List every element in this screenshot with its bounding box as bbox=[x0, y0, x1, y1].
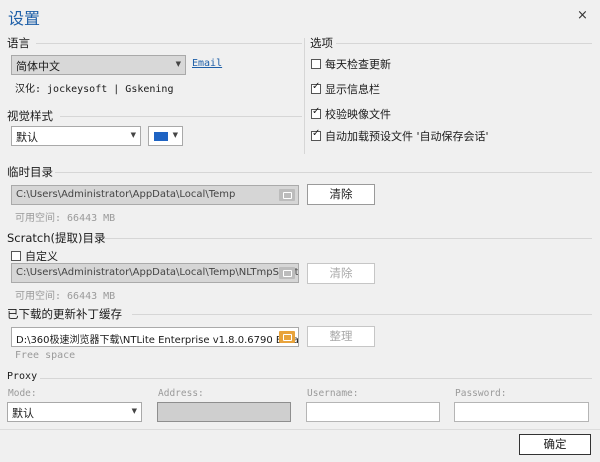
translation-credit: 汉化: jockeysoft | Gskening bbox=[15, 84, 174, 95]
scratch-dir-path-field: C:\Users\Administrator\AppData\Local\Tem… bbox=[11, 263, 299, 283]
option-show-infobar[interactable]: 显示信息栏 bbox=[311, 81, 380, 97]
chevron-down-icon: ▼ bbox=[131, 407, 137, 415]
option-autoload-preset[interactable]: 自动加载预设文件 '自动保存会话' bbox=[311, 128, 489, 144]
temp-dir-section-title: 临时目录 bbox=[7, 165, 53, 179]
option-label: 显示信息栏 bbox=[325, 83, 380, 96]
update-cache-path-field[interactable]: D:\360极速浏览器下载\NTLite Enterprise v1.8.0.6… bbox=[11, 327, 299, 347]
proxy-address-input bbox=[157, 402, 291, 422]
folder-browse-icon bbox=[279, 267, 295, 279]
ok-button[interactable]: 确定 bbox=[519, 434, 591, 455]
temp-dir-path-field[interactable]: C:\Users\Administrator\AppData\Local\Tem… bbox=[11, 185, 299, 205]
options-divider bbox=[336, 43, 592, 44]
visual-style-select[interactable]: 默认 ▼ bbox=[11, 126, 141, 146]
update-cache-free-space: Free space bbox=[15, 350, 76, 361]
chevron-down-icon: ▼ bbox=[172, 131, 178, 139]
proxy-divider bbox=[40, 378, 592, 379]
color-picker[interactable]: ▼ bbox=[148, 126, 183, 146]
update-cache-section-title: 已下载的更新补丁缓存 bbox=[7, 307, 122, 321]
footer-divider bbox=[0, 429, 600, 430]
options-section-title: 选项 bbox=[310, 36, 333, 50]
language-select-value: 简体中文 bbox=[16, 60, 60, 73]
chevron-down-icon: ▼ bbox=[130, 131, 136, 139]
temp-clear-button[interactable]: 清除 bbox=[307, 184, 375, 205]
proxy-mode-select[interactable]: 默认 ▼ bbox=[7, 402, 142, 422]
checkbox[interactable] bbox=[311, 106, 321, 119]
checkbox[interactable] bbox=[311, 81, 321, 94]
color-swatch bbox=[154, 132, 168, 141]
visual-style-divider bbox=[60, 116, 302, 117]
language-section-title: 语言 bbox=[7, 36, 30, 50]
update-cache-path: D:\360极速浏览器下载\NTLite Enterprise v1.8.0.6… bbox=[16, 335, 299, 346]
scratch-dir-divider bbox=[104, 238, 592, 239]
scratch-custom-checkbox-row[interactable]: 自定义 bbox=[11, 248, 58, 264]
scratch-custom-label: 自定义 bbox=[25, 250, 58, 263]
option-label: 每天检查更新 bbox=[325, 58, 391, 71]
scratch-free-space: 可用空间: 66443 MB bbox=[15, 291, 116, 302]
checkbox[interactable] bbox=[11, 251, 21, 261]
proxy-mode-value: 默认 bbox=[12, 407, 34, 420]
option-check-updates[interactable]: 每天检查更新 bbox=[311, 56, 391, 72]
folder-browse-icon[interactable] bbox=[279, 331, 295, 343]
option-label: 校验映像文件 bbox=[325, 108, 391, 121]
temp-dir-divider bbox=[55, 172, 592, 173]
close-icon[interactable]: × bbox=[577, 8, 588, 23]
email-link[interactable]: Email bbox=[192, 58, 222, 69]
visual-style-section-title: 视觉样式 bbox=[7, 109, 53, 123]
checkbox[interactable] bbox=[311, 128, 321, 141]
update-cache-divider bbox=[132, 314, 592, 315]
organize-button: 整理 bbox=[307, 326, 375, 347]
option-verify-image[interactable]: 校验映像文件 bbox=[311, 106, 391, 122]
checkbox[interactable] bbox=[311, 59, 321, 69]
scratch-dir-path: C:\Users\Administrator\AppData\Local\Tem… bbox=[16, 267, 299, 278]
proxy-password-label: Password: bbox=[455, 388, 507, 399]
language-select[interactable]: 简体中文 ▼ bbox=[11, 55, 186, 75]
proxy-address-label: Address: bbox=[158, 388, 204, 399]
scratch-clear-button: 清除 bbox=[307, 263, 375, 284]
dialog-title: 设置 bbox=[8, 9, 41, 28]
visual-style-select-value: 默认 bbox=[16, 131, 38, 144]
language-divider bbox=[36, 43, 302, 44]
temp-dir-path: C:\Users\Administrator\AppData\Local\Tem… bbox=[16, 189, 236, 200]
temp-free-space: 可用空间: 66443 MB bbox=[15, 213, 116, 224]
scratch-dir-section-title: Scratch(提取)目录 bbox=[7, 231, 106, 245]
proxy-username-input[interactable] bbox=[306, 402, 440, 422]
chevron-down-icon: ▼ bbox=[175, 60, 181, 68]
proxy-password-input[interactable] bbox=[454, 402, 589, 422]
proxy-username-label: Username: bbox=[307, 388, 359, 399]
option-label: 自动加载预设文件 '自动保存会话' bbox=[325, 130, 489, 143]
section-vertical-divider bbox=[304, 38, 305, 154]
folder-browse-icon[interactable] bbox=[279, 189, 295, 201]
proxy-section-title: Proxy bbox=[7, 371, 38, 382]
proxy-mode-label: Mode: bbox=[8, 388, 37, 399]
